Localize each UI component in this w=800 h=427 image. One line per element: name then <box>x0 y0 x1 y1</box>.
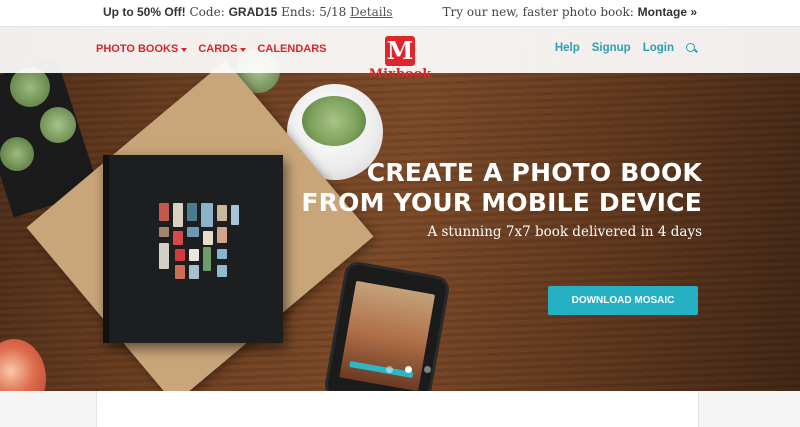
search-icon[interactable] <box>686 42 697 54</box>
promo-code: GRAD15 <box>228 5 278 19</box>
help-link[interactable]: Help <box>555 42 580 54</box>
succulent-plant <box>40 107 76 143</box>
promo-ends: Ends: 5/18 <box>281 5 347 19</box>
succulent-plant <box>10 67 50 107</box>
carousel-dot[interactable] <box>386 366 393 373</box>
caret-down-icon <box>240 47 247 52</box>
nav-item-label: PHOTO BOOKS <box>96 43 179 55</box>
photo-grid <box>159 203 249 303</box>
promo-bar: Up to 50% Off! Code: GRAD15 Ends: 5/18 D… <box>0 0 800 27</box>
promo-montage: Try our new, faster photo book: Montage … <box>443 5 698 19</box>
nav-item-calendars[interactable]: CALENDARS <box>257 43 326 55</box>
signup-link[interactable]: Signup <box>592 42 631 54</box>
succulent-plant <box>302 96 366 146</box>
caret-down-icon <box>181 47 188 52</box>
download-mosaic-button[interactable]: DOWNLOAD MOSAIC <box>548 286 698 315</box>
promo-montage-text: Try our new, faster photo book: <box>442 5 634 19</box>
carousel-dot[interactable] <box>424 366 431 373</box>
promo-details-link[interactable]: Details <box>350 5 393 19</box>
decor-cup <box>0 339 46 391</box>
mixbook-logo[interactable]: M Mixbook <box>365 36 435 86</box>
carousel-dot-active[interactable] <box>405 366 412 373</box>
main-nav: PHOTO BOOKS CARDS CALENDARS M Mixbook He… <box>0 27 800 82</box>
photo-book-image <box>103 155 283 343</box>
promo-offer: Up to 50% Off! Code: GRAD15 Ends: 5/18 D… <box>103 5 393 19</box>
promo-offer-text: Up to 50% Off! <box>103 5 186 19</box>
nav-item-photo-books[interactable]: PHOTO BOOKS <box>96 43 188 55</box>
promo-montage-link[interactable]: Montage » <box>638 5 697 19</box>
promo-code-label: Code: <box>189 5 225 19</box>
logo-mark-icon: M <box>385 36 415 66</box>
nav-item-label: CALENDARS <box>257 43 327 55</box>
login-link[interactable]: Login <box>643 42 674 54</box>
nav-item-cards[interactable]: CARDS <box>198 43 247 55</box>
nav-item-label: CARDS <box>198 43 238 55</box>
hero-title-line-2: FROM YOUR MOBILE DEVICE <box>301 188 702 217</box>
hero-title: CREATE A PHOTO BOOK FROM YOUR MOBILE DEV… <box>301 158 702 218</box>
below-fold-content <box>96 391 699 427</box>
logo-text: Mixbook <box>368 67 432 82</box>
hero-title-line-1: CREATE A PHOTO BOOK <box>366 158 702 187</box>
phone-screen <box>339 280 436 391</box>
hero-subtitle: A stunning 7x7 book delivered in 4 days <box>427 224 702 240</box>
nav-account-menu: Help Signup Login <box>555 42 697 54</box>
succulent-plant <box>0 137 34 171</box>
nav-product-menu: PHOTO BOOKS CARDS CALENDARS <box>96 43 327 55</box>
carousel-dots <box>386 366 431 373</box>
